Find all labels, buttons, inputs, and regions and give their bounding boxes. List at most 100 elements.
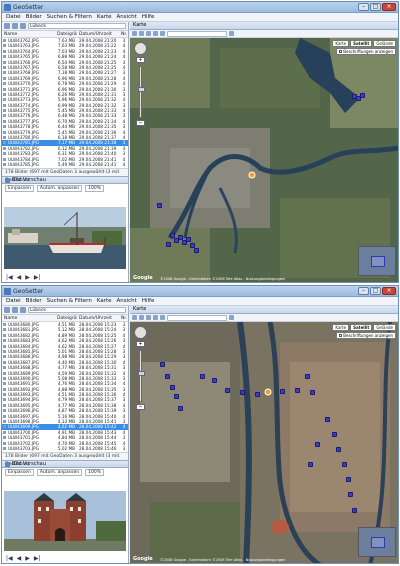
title-bar[interactable]: GeoSetter – □ × bbox=[2, 2, 398, 13]
photo-marker[interactable] bbox=[332, 432, 337, 437]
menu-karte[interactable]: Karte bbox=[97, 13, 112, 21]
menu-karte[interactable]: Karte bbox=[97, 297, 112, 305]
zoom-select[interactable]: 100% bbox=[85, 184, 104, 192]
col-size[interactable]: Dateigröße bbox=[57, 31, 77, 37]
photo-marker[interactable] bbox=[360, 93, 365, 98]
fit-dropdown[interactable]: Einpassen bbox=[5, 184, 34, 192]
map-type-karte[interactable]: Karte bbox=[332, 324, 350, 331]
menu-suchen[interactable]: Suchen & Filtern bbox=[47, 297, 92, 305]
photo-marker[interactable] bbox=[240, 390, 245, 395]
next-icon[interactable]: ▶| bbox=[34, 555, 41, 562]
menu-hilfe[interactable]: Hilfe bbox=[142, 13, 155, 21]
menu-ansicht[interactable]: Ansicht bbox=[117, 297, 137, 305]
first-icon[interactable]: |◀ bbox=[6, 555, 13, 562]
menu-hilfe[interactable]: Hilfe bbox=[142, 297, 155, 305]
zoom-out-button[interactable]: − bbox=[136, 120, 145, 126]
refresh-icon[interactable] bbox=[12, 23, 18, 29]
map-type-satellit[interactable]: Satellit bbox=[350, 40, 373, 47]
maximize-button[interactable]: □ bbox=[370, 3, 381, 11]
file-row[interactable]: ULW43703.JPG 5,02 MB 28.04.2008 15:46 3 bbox=[2, 446, 128, 451]
photo-marker[interactable] bbox=[174, 394, 179, 399]
menu-datei[interactable]: Datei bbox=[6, 13, 21, 21]
col-name[interactable]: Name bbox=[2, 31, 57, 37]
photo-marker[interactable] bbox=[160, 362, 165, 367]
photo-marker[interactable] bbox=[352, 508, 357, 513]
minimize-button[interactable]: – bbox=[358, 287, 369, 295]
fit-dropdown[interactable]: Einpassen bbox=[5, 468, 34, 476]
auto-fit-dropdown[interactable]: Autom. anpassen bbox=[36, 184, 83, 192]
map-tool-icon[interactable] bbox=[153, 31, 158, 36]
map-tool-icon[interactable] bbox=[132, 31, 137, 36]
pan-control[interactable] bbox=[134, 42, 147, 55]
photo-marker[interactable] bbox=[186, 237, 191, 242]
photo-marker[interactable] bbox=[200, 374, 205, 379]
photo-marker[interactable] bbox=[315, 442, 320, 447]
map-type-gelaende[interactable]: Gelände bbox=[373, 40, 396, 47]
photo-marker[interactable] bbox=[336, 447, 341, 452]
close-button[interactable]: × bbox=[382, 3, 396, 11]
map-type-gelaende[interactable]: Gelände bbox=[373, 324, 396, 331]
menu-suchen[interactable]: Suchen & Filtern bbox=[47, 13, 92, 21]
photo-marker[interactable] bbox=[308, 462, 313, 467]
map-view[interactable]: Karte Satellit Gelände Beschriftungen an… bbox=[130, 322, 398, 563]
zoom-select[interactable]: 100% bbox=[85, 468, 104, 476]
menu-datei[interactable]: Datei bbox=[6, 297, 21, 305]
labels-checkbox[interactable]: Beschriftungen anzeigen bbox=[336, 332, 396, 339]
map-tool-icon[interactable] bbox=[132, 315, 137, 320]
search-icon[interactable] bbox=[229, 31, 234, 36]
photo-marker[interactable] bbox=[255, 392, 260, 397]
overview-map[interactable] bbox=[358, 246, 396, 276]
zoom-in-button[interactable]: + bbox=[136, 57, 145, 63]
search-icon[interactable] bbox=[229, 315, 234, 320]
col-name[interactable]: Name bbox=[2, 315, 57, 321]
photo-marker[interactable] bbox=[225, 388, 230, 393]
first-icon[interactable]: |◀ bbox=[6, 274, 13, 281]
photo-marker[interactable] bbox=[348, 492, 353, 497]
folder-path-input[interactable]: Lübeck bbox=[28, 23, 126, 29]
menu-bilder[interactable]: Bilder bbox=[26, 13, 42, 21]
zoom-slider[interactable] bbox=[138, 350, 145, 402]
photo-marker[interactable] bbox=[165, 374, 170, 379]
photo-marker[interactable] bbox=[305, 374, 310, 379]
photo-marker[interactable] bbox=[346, 477, 351, 482]
minimize-button[interactable]: – bbox=[358, 3, 369, 11]
folder-icon[interactable] bbox=[20, 23, 26, 29]
photo-marker[interactable] bbox=[325, 417, 330, 422]
col-nr[interactable]: Nr. bbox=[121, 315, 127, 321]
prev-icon[interactable]: ◀ bbox=[17, 555, 22, 562]
photo-marker[interactable] bbox=[310, 390, 315, 395]
folder-path-input[interactable]: Lübeck bbox=[28, 307, 126, 313]
photo-marker[interactable] bbox=[194, 248, 199, 253]
zoom-slider[interactable] bbox=[138, 66, 145, 118]
map-tool-icon[interactable] bbox=[146, 31, 151, 36]
back-icon[interactable] bbox=[4, 23, 10, 29]
photo-marker[interactable] bbox=[280, 389, 285, 394]
map-search-input[interactable] bbox=[167, 30, 227, 37]
map-tool-icon[interactable] bbox=[139, 31, 144, 36]
title-bar[interactable]: GeoSetter – □ × bbox=[2, 286, 398, 297]
play-icon[interactable]: ▶ bbox=[25, 555, 30, 562]
map-tool-icon[interactable] bbox=[139, 315, 144, 320]
labels-checkbox[interactable]: Beschriftungen anzeigen bbox=[336, 48, 396, 55]
map-type-satellit[interactable]: Satellit bbox=[350, 324, 373, 331]
photo-marker[interactable] bbox=[212, 378, 217, 383]
photo-marker[interactable] bbox=[170, 385, 175, 390]
photo-marker[interactable] bbox=[178, 406, 183, 411]
map-search-input[interactable] bbox=[167, 314, 227, 321]
map-view[interactable]: Karte Satellit Gelände Beschriftungen an… bbox=[130, 38, 398, 282]
map-tool-icon[interactable] bbox=[160, 31, 165, 36]
overview-map[interactable] bbox=[358, 527, 396, 557]
play-icon[interactable]: ▶ bbox=[25, 274, 30, 281]
pan-control[interactable] bbox=[134, 326, 147, 339]
map-tool-icon[interactable] bbox=[160, 315, 165, 320]
col-date[interactable]: Datum/Uhrzeit bbox=[77, 315, 121, 321]
map-type-karte[interactable]: Karte bbox=[332, 40, 350, 47]
menu-bilder[interactable]: Bilder bbox=[26, 297, 42, 305]
file-row[interactable]: ULW43785.JPG 5,49 MB 29.04.2008 21:41 4 bbox=[2, 162, 128, 167]
col-size[interactable]: Dateigröße bbox=[57, 315, 77, 321]
menu-ansicht[interactable]: Ansicht bbox=[117, 13, 137, 21]
refresh-icon[interactable] bbox=[12, 307, 18, 313]
photo-marker[interactable] bbox=[342, 462, 347, 467]
col-nr[interactable]: Nr. bbox=[121, 31, 127, 37]
photo-marker[interactable] bbox=[295, 388, 300, 393]
